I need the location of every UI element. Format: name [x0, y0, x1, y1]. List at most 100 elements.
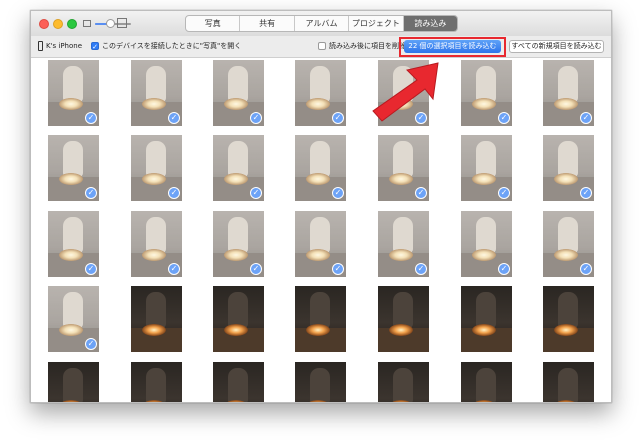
photo-thumbnail[interactable]: ✓: [48, 135, 99, 201]
photo-thumbnail[interactable]: ✓: [213, 60, 264, 126]
photo-thumbnail[interactable]: [295, 362, 346, 402]
photo-person: [310, 368, 330, 402]
photo-thumbnail[interactable]: ✓: [213, 211, 264, 277]
photo-thumbnail[interactable]: ✓: [131, 60, 182, 126]
photo-thumbnail[interactable]: [378, 286, 429, 352]
photo-thumbnail[interactable]: [213, 286, 264, 352]
photo-person: [228, 66, 248, 102]
photo-thumbnail[interactable]: [461, 362, 512, 402]
photo-thumbnail[interactable]: [131, 362, 182, 402]
photo-thumbnail[interactable]: ✓: [131, 135, 182, 201]
selected-check-icon[interactable]: ✓: [415, 263, 427, 275]
delete-after-import-label[interactable]: 読み込み後に項目を削除: [329, 41, 406, 52]
selected-check-icon[interactable]: ✓: [332, 187, 344, 199]
photo-thumbnail[interactable]: ✓: [295, 60, 346, 126]
photo-thumbnail[interactable]: ✓: [543, 135, 594, 201]
photo-person: [146, 368, 166, 402]
iphone-icon: [38, 41, 43, 51]
selected-check-icon[interactable]: ✓: [580, 187, 592, 199]
photo-cake: [389, 324, 413, 336]
photo-thumbnail[interactable]: ✓: [295, 135, 346, 201]
zoom-out-icon: [83, 20, 91, 27]
selected-check-icon[interactable]: ✓: [580, 112, 592, 124]
photo-cake: [59, 98, 83, 110]
selected-check-icon[interactable]: ✓: [498, 263, 510, 275]
photo-thumbnail[interactable]: ✓: [131, 211, 182, 277]
photo-person: [393, 217, 413, 253]
photo-thumbnail[interactable]: [48, 362, 99, 402]
photo-thumbnail[interactable]: ✓: [48, 60, 99, 126]
photo-thumbnail[interactable]: ✓: [295, 211, 346, 277]
photo-thumbnail[interactable]: [295, 286, 346, 352]
tab-albums[interactable]: アルバム: [295, 16, 350, 31]
photo-thumbnail[interactable]: ✓: [543, 211, 594, 277]
device-name: K's iPhone: [46, 42, 83, 50]
photo-thumbnail[interactable]: ✓: [543, 60, 594, 126]
photo-cake: [224, 98, 248, 110]
title-bar: 写真 共有 アルバム プロジェクト 読み込み: [31, 11, 611, 37]
photo-thumbnail[interactable]: ✓: [461, 135, 512, 201]
photo-cake: [306, 249, 330, 261]
photo-thumbnail[interactable]: [543, 286, 594, 352]
photo-thumbnail[interactable]: [213, 362, 264, 402]
selected-check-icon[interactable]: ✓: [250, 112, 262, 124]
photo-person: [228, 141, 248, 177]
selected-check-icon[interactable]: ✓: [250, 263, 262, 275]
selected-check-icon[interactable]: ✓: [85, 112, 97, 124]
photo-person: [393, 368, 413, 402]
selected-check-icon[interactable]: ✓: [250, 187, 262, 199]
photo-cake: [306, 324, 330, 336]
annotation-highlight-box: [399, 37, 506, 57]
photo-person: [63, 368, 83, 402]
photo-person: [476, 66, 496, 102]
close-button[interactable]: [39, 19, 49, 29]
selected-check-icon[interactable]: ✓: [85, 338, 97, 350]
photo-cake: [142, 324, 166, 336]
photo-thumbnail[interactable]: ✓: [48, 286, 99, 352]
view-tabs: 写真 共有 アルバム プロジェクト 読み込み: [185, 15, 458, 32]
selected-check-icon[interactable]: ✓: [168, 263, 180, 275]
photo-cake: [472, 249, 496, 261]
selected-check-icon[interactable]: ✓: [498, 187, 510, 199]
photo-cake: [554, 98, 578, 110]
photo-person: [228, 217, 248, 253]
selected-check-icon[interactable]: ✓: [332, 112, 344, 124]
selected-check-icon[interactable]: ✓: [498, 112, 510, 124]
photo-thumbnail[interactable]: ✓: [461, 211, 512, 277]
photo-thumbnail[interactable]: ✓: [213, 135, 264, 201]
selected-check-icon[interactable]: ✓: [415, 187, 427, 199]
zoom-button[interactable]: [67, 19, 77, 29]
open-photos-label[interactable]: このデバイスを接続したときに"写真"を開く: [102, 41, 241, 52]
tab-photos[interactable]: 写真: [186, 16, 241, 31]
selected-check-icon[interactable]: ✓: [85, 263, 97, 275]
photo-thumbnail[interactable]: [131, 286, 182, 352]
photo-cake: [306, 173, 330, 185]
photo-person: [310, 141, 330, 177]
import-all-new-button[interactable]: すべての新規項目を読み込む: [509, 40, 604, 53]
photo-cake: [224, 249, 248, 261]
photo-thumbnail[interactable]: [378, 362, 429, 402]
tab-import[interactable]: 読み込み: [403, 16, 457, 31]
photo-cake: [224, 324, 248, 336]
photo-thumbnail[interactable]: ✓: [378, 211, 429, 277]
selected-check-icon[interactable]: ✓: [168, 187, 180, 199]
tab-shared[interactable]: 共有: [240, 16, 295, 31]
thumbnail-size-slider-knob[interactable]: [106, 19, 115, 28]
minimize-button[interactable]: [53, 19, 63, 29]
selected-check-icon[interactable]: ✓: [85, 187, 97, 199]
photo-cake: [224, 173, 248, 185]
tab-projects[interactable]: プロジェクト: [349, 16, 404, 31]
delete-after-import-checkbox[interactable]: [318, 42, 326, 50]
selected-check-icon[interactable]: ✓: [580, 263, 592, 275]
photo-thumbnail[interactable]: ✓: [48, 211, 99, 277]
open-photos-checkbox[interactable]: ✓: [91, 42, 99, 51]
selected-check-icon[interactable]: ✓: [168, 112, 180, 124]
photo-thumbnail[interactable]: [543, 362, 594, 402]
photo-thumbnail[interactable]: ✓: [461, 60, 512, 126]
selected-check-icon[interactable]: ✓: [332, 263, 344, 275]
photo-person: [146, 141, 166, 177]
photo-thumbnail[interactable]: ✓: [378, 135, 429, 201]
photo-person: [393, 292, 413, 328]
annotation-arrow: [372, 62, 439, 122]
photo-thumbnail[interactable]: [461, 286, 512, 352]
